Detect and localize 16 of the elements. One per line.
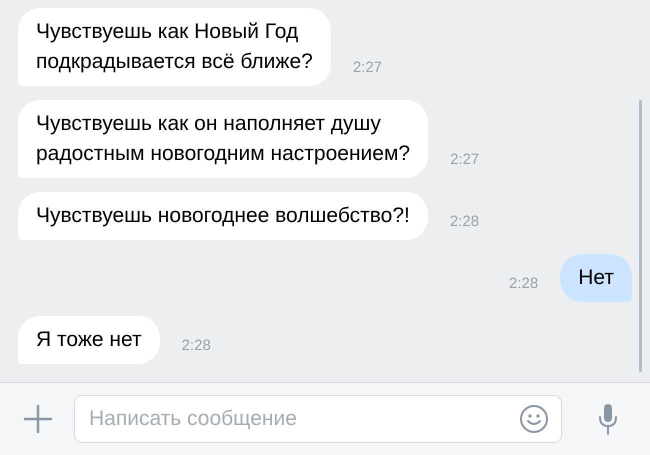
message-bubble: Чувствуешь новогоднее волшебство?!: [18, 192, 428, 240]
message-bubble: Чувствуешь как он наполняет душу радостным новогодним настроением?: [18, 100, 428, 178]
microphone-icon[interactable]: [598, 402, 618, 436]
message-bubble: Чувствуешь как Новый Год подкрадывается всё ближе?: [18, 8, 331, 86]
plus-icon[interactable]: [22, 403, 54, 435]
message-bubble: Я тоже нет: [18, 316, 160, 364]
message-input-field[interactable]: Написать сообщение: [87, 406, 519, 432]
smiley-icon[interactable]: [519, 404, 549, 434]
message-time: 2:28: [509, 275, 538, 292]
message-time: 2:28: [450, 213, 480, 230]
message-time: 2:27: [352, 59, 382, 76]
message-bubble: Нет: [560, 254, 632, 302]
message-field[interactable]: Написать сообщение: [74, 395, 562, 443]
message-time: 2:28: [182, 337, 211, 354]
scrollbar[interactable]: [639, 100, 642, 372]
message-time: 2:27: [450, 151, 480, 168]
